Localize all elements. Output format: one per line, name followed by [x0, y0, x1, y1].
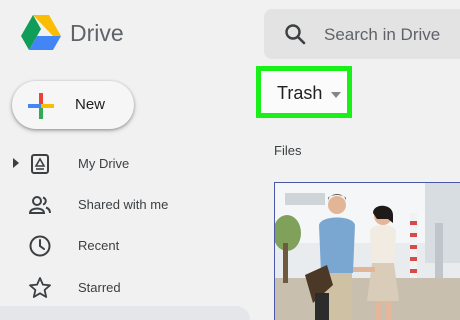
sidebar-item-my-drive[interactable]: My Drive [0, 147, 250, 181]
my-drive-icon [31, 154, 49, 174]
location-dropdown[interactable]: Trash [256, 66, 352, 118]
plus-icon [28, 93, 54, 119]
sidebar-item-recent[interactable]: Recent [0, 229, 250, 263]
sidebar-item-label: Starred [78, 280, 121, 295]
location-dropdown-label: Trash [277, 83, 323, 103]
sidebar-item-shared-with-me[interactable]: Shared with me [0, 188, 250, 222]
sidebar-item-label: Shared with me [78, 197, 169, 212]
new-button-label: New [75, 96, 106, 113]
app-name: Drive [70, 20, 124, 46]
people-icon [28, 196, 51, 214]
photo-thumbnail-image [275, 183, 460, 320]
expand-arrow-icon[interactable] [12, 157, 20, 169]
sidebar-item-label: Recent [78, 238, 120, 253]
search-icon[interactable] [284, 23, 306, 45]
sidebar-item-trash-active[interactable] [0, 306, 250, 320]
top-bar: Drive Search in Drive [0, 0, 460, 62]
star-icon [29, 277, 51, 298]
search-bar[interactable]: Search in Drive [264, 9, 460, 59]
sidebar-item-label: My Drive [78, 156, 130, 171]
new-button[interactable]: New [12, 81, 134, 129]
clock-icon [29, 235, 51, 257]
files-section-heading: Files [274, 143, 302, 158]
file-thumbnail[interactable] [274, 182, 460, 320]
dropdown-arrow-icon[interactable] [331, 92, 341, 98]
drive-logo-icon[interactable] [20, 14, 62, 52]
search-input[interactable]: Search in Drive [324, 25, 440, 45]
sidebar-item-starred[interactable]: Starred [0, 271, 250, 305]
